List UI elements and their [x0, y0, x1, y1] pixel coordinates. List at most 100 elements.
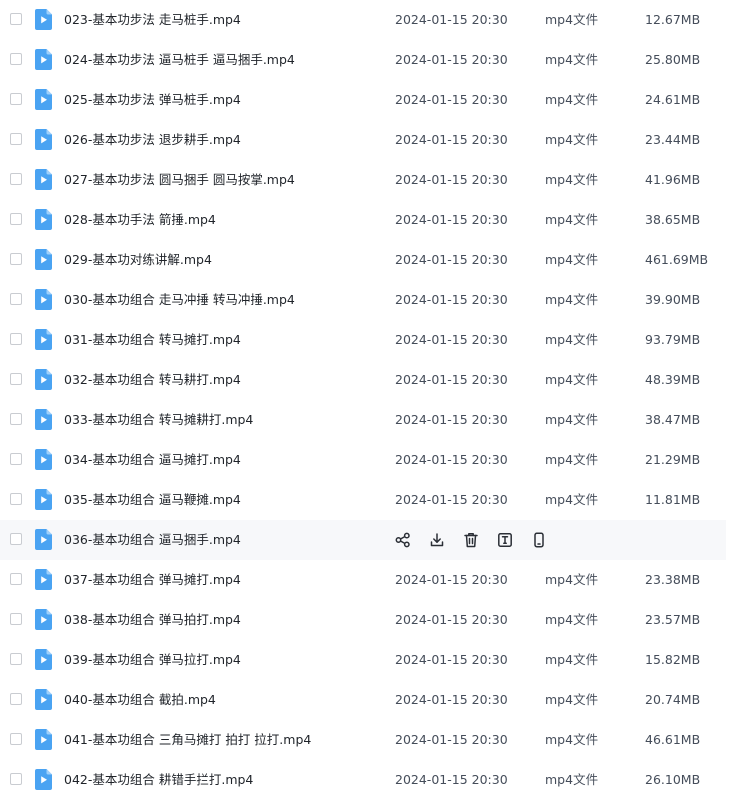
video-file-icon [35, 569, 52, 590]
file-row[interactable]: 041-基本功组合 三角马摊打 拍打 拉打.mp4 2024-01-15 20:… [0, 720, 726, 760]
file-type: mp4文件 [545, 492, 599, 507]
row-checkbox[interactable] [10, 653, 22, 665]
row-checkbox[interactable] [10, 133, 22, 145]
file-type: mp4文件 [545, 652, 599, 667]
row-checkbox[interactable] [10, 533, 22, 545]
file-name[interactable]: 033-基本功组合 转马摊耕打.mp4 [64, 411, 253, 429]
row-checkbox[interactable] [10, 413, 22, 425]
file-size: 38.47MB [645, 412, 701, 427]
file-type: mp4文件 [545, 612, 599, 627]
file-name[interactable]: 042-基本功组合 耕错手拦打.mp4 [64, 771, 253, 789]
row-checkbox[interactable] [10, 453, 22, 465]
file-name[interactable]: 024-基本功步法 逼马桩手 逼马捆手.mp4 [64, 51, 295, 69]
file-name[interactable]: 026-基本功步法 退步耕手.mp4 [64, 131, 241, 149]
file-size: 39.90MB [645, 292, 701, 307]
row-checkbox[interactable] [10, 493, 22, 505]
file-type: mp4文件 [545, 372, 599, 387]
row-checkbox[interactable] [10, 333, 22, 345]
row-checkbox[interactable] [10, 693, 22, 705]
download-icon[interactable] [428, 531, 446, 549]
file-name[interactable]: 030-基本功组合 走马冲捶 转马冲捶.mp4 [64, 291, 295, 309]
file-row[interactable]: 036-基本功组合 逼马捆手.mp4 [0, 520, 726, 560]
video-file-icon [35, 729, 52, 750]
video-file-icon [35, 609, 52, 630]
row-checkbox[interactable] [10, 13, 22, 25]
file-name[interactable]: 032-基本功组合 转马耕打.mp4 [64, 371, 241, 389]
file-name[interactable]: 041-基本功组合 三角马摊打 拍打 拉打.mp4 [64, 731, 311, 749]
file-size: 11.81MB [645, 492, 701, 507]
video-file-icon [35, 689, 52, 710]
file-name[interactable]: 038-基本功组合 弹马拍打.mp4 [64, 611, 241, 629]
modified-date: 2024-01-15 20:30 [395, 452, 508, 467]
file-row[interactable]: 042-基本功组合 耕错手拦打.mp4 2024-01-15 20:30 mp4… [0, 760, 726, 800]
row-checkbox[interactable] [10, 173, 22, 185]
file-row[interactable]: 023-基本功步法 走马桩手.mp4 2024-01-15 20:30 mp4文… [0, 0, 726, 40]
file-row[interactable]: 029-基本功对练讲解.mp4 2024-01-15 20:30 mp4文件 4… [0, 240, 726, 280]
file-type: mp4文件 [545, 52, 599, 67]
file-name[interactable]: 029-基本功对练讲解.mp4 [64, 251, 212, 269]
file-row[interactable]: 025-基本功步法 弹马桩手.mp4 2024-01-15 20:30 mp4文… [0, 80, 726, 120]
file-name[interactable]: 031-基本功组合 转马摊打.mp4 [64, 331, 241, 349]
video-file-icon [35, 649, 52, 670]
file-type: mp4文件 [545, 452, 599, 467]
row-checkbox[interactable] [10, 293, 22, 305]
file-type: mp4文件 [545, 332, 599, 347]
row-checkbox[interactable] [10, 733, 22, 745]
row-checkbox[interactable] [10, 213, 22, 225]
row-checkbox[interactable] [10, 773, 22, 785]
file-row[interactable]: 040-基本功组合 截拍.mp4 2024-01-15 20:30 mp4文件 … [0, 680, 726, 720]
file-row[interactable]: 026-基本功步法 退步耕手.mp4 2024-01-15 20:30 mp4文… [0, 120, 726, 160]
file-row[interactable]: 027-基本功步法 圆马捆手 圆马按掌.mp4 2024-01-15 20:30… [0, 160, 726, 200]
row-checkbox[interactable] [10, 253, 22, 265]
file-size: 23.44MB [645, 132, 701, 147]
file-type: mp4文件 [545, 212, 599, 227]
file-name[interactable]: 040-基本功组合 截拍.mp4 [64, 691, 216, 709]
modified-date: 2024-01-15 20:30 [395, 492, 508, 507]
file-row[interactable]: 038-基本功组合 弹马拍打.mp4 2024-01-15 20:30 mp4文… [0, 600, 726, 640]
file-row[interactable]: 030-基本功组合 走马冲捶 转马冲捶.mp4 2024-01-15 20:30… [0, 280, 726, 320]
video-file-icon [35, 249, 52, 270]
row-checkbox[interactable] [10, 53, 22, 65]
file-type: mp4文件 [545, 172, 599, 187]
rename-icon[interactable] [496, 531, 514, 549]
row-checkbox[interactable] [10, 373, 22, 385]
modified-date: 2024-01-15 20:30 [395, 92, 508, 107]
file-name[interactable]: 039-基本功组合 弹马拉打.mp4 [64, 651, 241, 669]
file-row[interactable]: 034-基本功组合 逼马摊打.mp4 2024-01-15 20:30 mp4文… [0, 440, 726, 480]
share-icon[interactable] [394, 531, 412, 549]
file-name[interactable]: 027-基本功步法 圆马捆手 圆马按掌.mp4 [64, 171, 295, 189]
file-name[interactable]: 035-基本功组合 逼马鞭摊.mp4 [64, 491, 241, 509]
modified-date: 2024-01-15 20:30 [395, 172, 508, 187]
modified-date: 2024-01-15 20:30 [395, 732, 508, 747]
row-checkbox[interactable] [10, 573, 22, 585]
modified-date: 2024-01-15 20:30 [395, 52, 508, 67]
file-row[interactable]: 032-基本功组合 转马耕打.mp4 2024-01-15 20:30 mp4文… [0, 360, 726, 400]
video-file-icon [35, 169, 52, 190]
modified-date: 2024-01-15 20:30 [395, 212, 508, 227]
file-row[interactable]: 033-基本功组合 转马摊耕打.mp4 2024-01-15 20:30 mp4… [0, 400, 726, 440]
file-name[interactable]: 036-基本功组合 逼马捆手.mp4 [64, 531, 241, 549]
row-checkbox[interactable] [10, 93, 22, 105]
delete-icon[interactable] [462, 531, 480, 549]
file-row[interactable]: 039-基本功组合 弹马拉打.mp4 2024-01-15 20:30 mp4文… [0, 640, 726, 680]
file-type: mp4文件 [545, 132, 599, 147]
file-row[interactable]: 024-基本功步法 逼马桩手 逼马捆手.mp4 2024-01-15 20:30… [0, 40, 726, 80]
file-name[interactable]: 034-基本功组合 逼马摊打.mp4 [64, 451, 241, 469]
file-row[interactable]: 035-基本功组合 逼马鞭摊.mp4 2024-01-15 20:30 mp4文… [0, 480, 726, 520]
file-row[interactable]: 031-基本功组合 转马摊打.mp4 2024-01-15 20:30 mp4文… [0, 320, 726, 360]
file-name[interactable]: 037-基本功组合 弹马摊打.mp4 [64, 571, 241, 589]
phone-icon[interactable] [530, 531, 548, 549]
file-row[interactable]: 028-基本功手法 箭捶.mp4 2024-01-15 20:30 mp4文件 … [0, 200, 726, 240]
modified-date: 2024-01-15 20:30 [395, 332, 508, 347]
file-size: 41.96MB [645, 172, 701, 187]
file-type: mp4文件 [545, 292, 599, 307]
video-file-icon [35, 49, 52, 70]
file-name[interactable]: 025-基本功步法 弹马桩手.mp4 [64, 91, 241, 109]
video-file-icon [35, 9, 52, 30]
file-name[interactable]: 023-基本功步法 走马桩手.mp4 [64, 11, 241, 29]
row-checkbox[interactable] [10, 613, 22, 625]
file-row[interactable]: 037-基本功组合 弹马摊打.mp4 2024-01-15 20:30 mp4文… [0, 560, 726, 600]
file-size: 25.80MB [645, 52, 701, 67]
video-file-icon [35, 369, 52, 390]
file-name[interactable]: 028-基本功手法 箭捶.mp4 [64, 211, 216, 229]
